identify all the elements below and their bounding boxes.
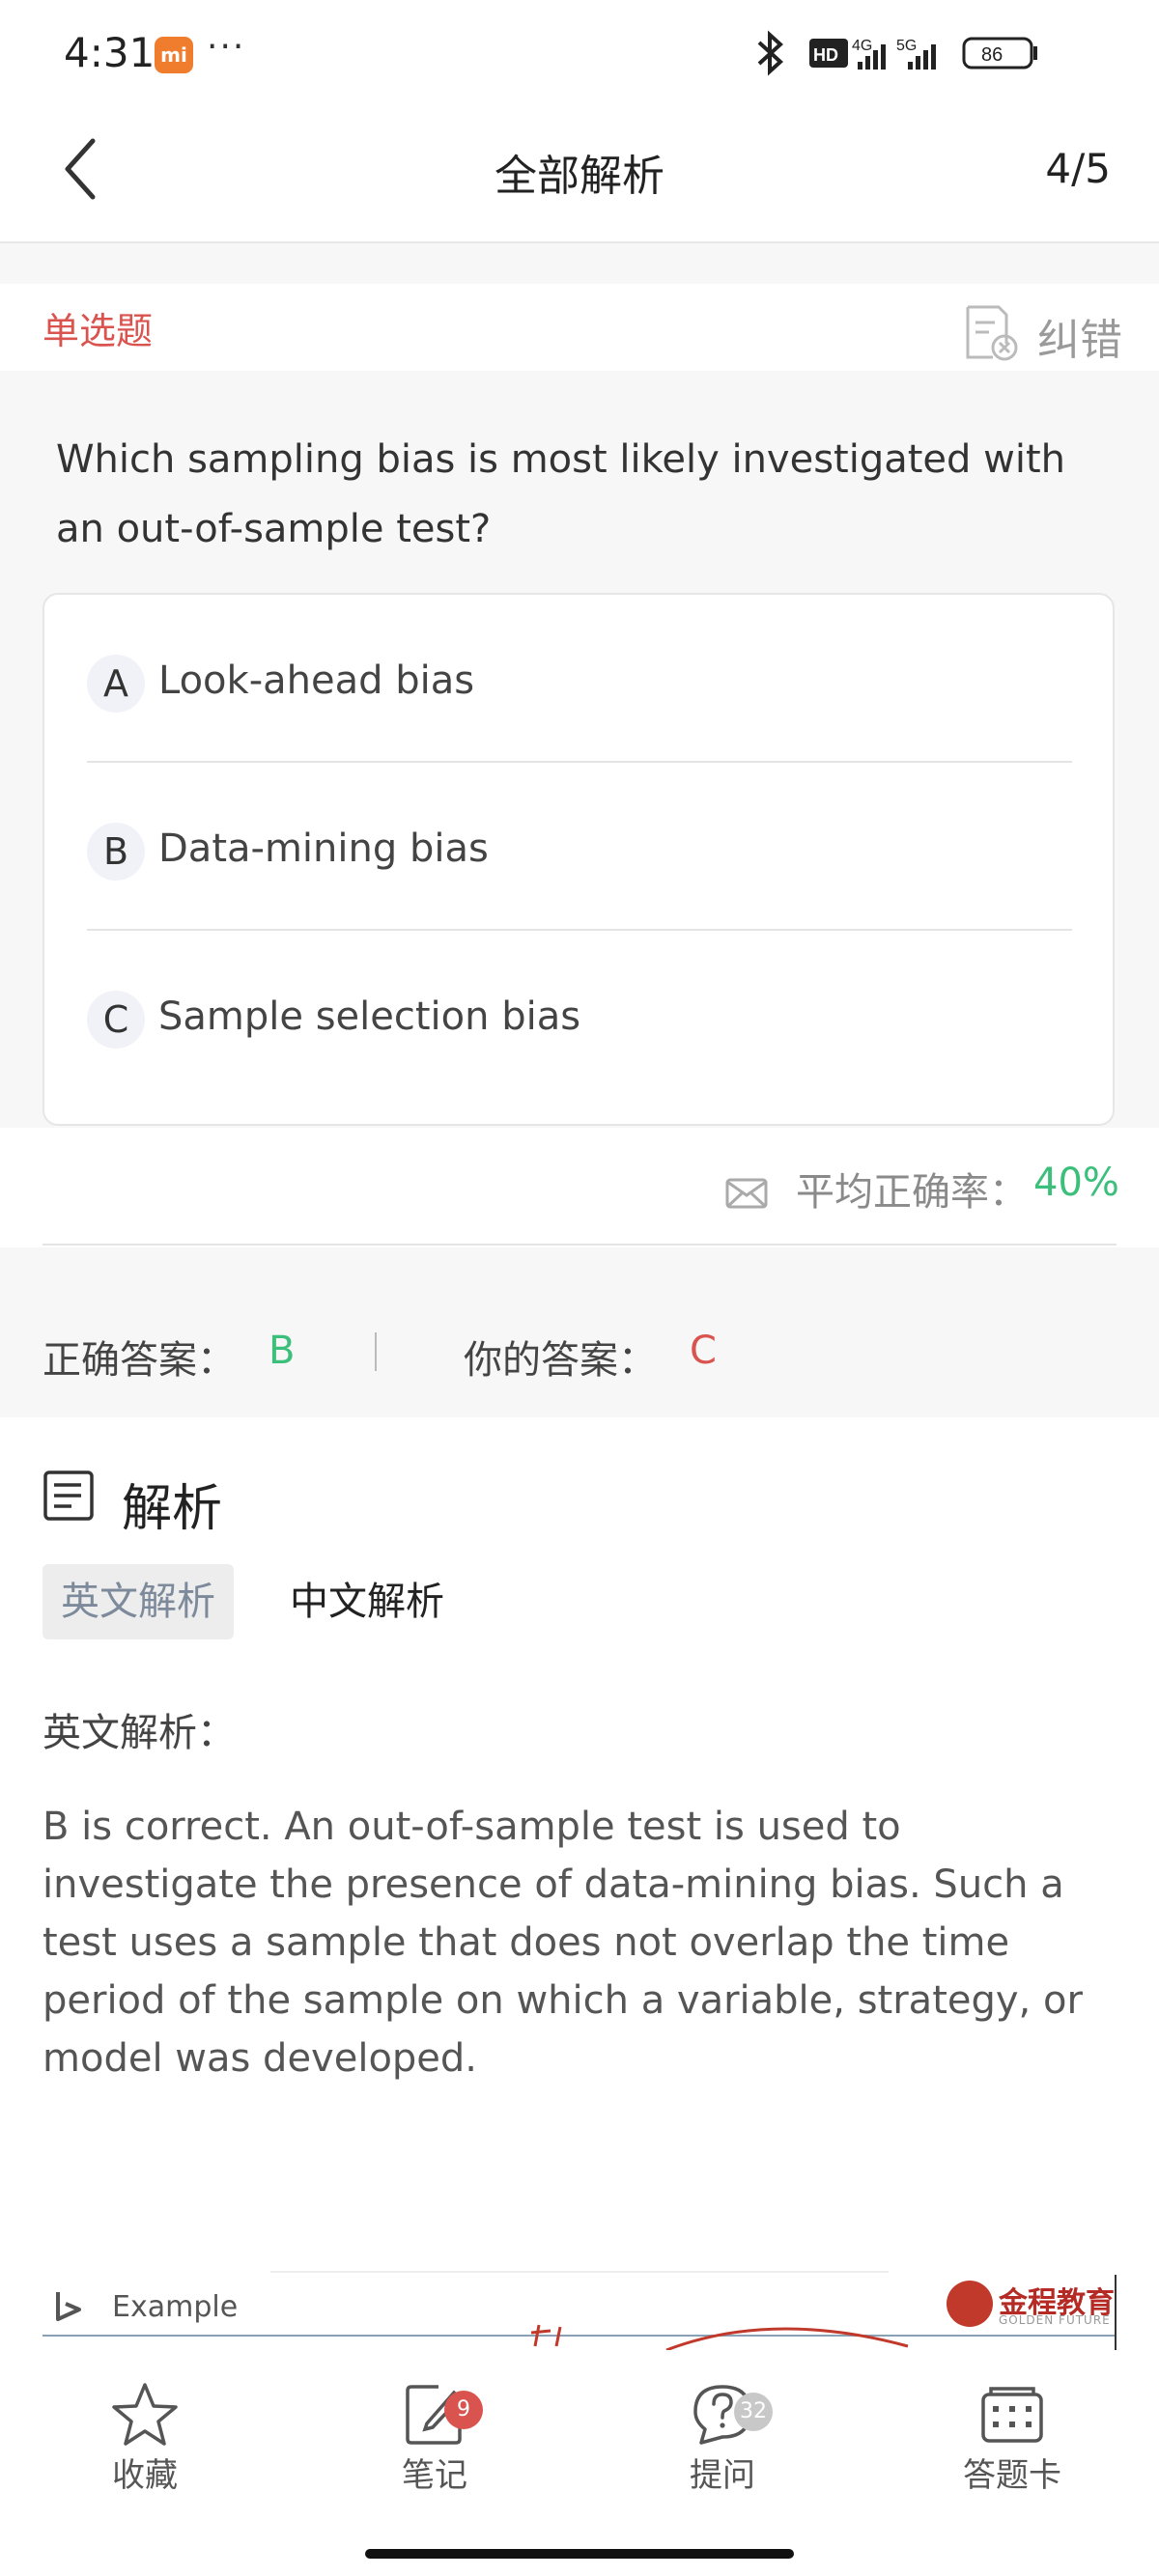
option-a-text: Look-ahead bias [158, 658, 475, 703]
slide-handwriting-mark [530, 2324, 909, 2350]
answer-card-button[interactable]: 答题卡 [916, 2381, 1109, 2506]
question-type-label: 单选题 [42, 310, 154, 352]
accuracy-value: 40% [1033, 1161, 1119, 1205]
tab-english-analysis[interactable]: 英文解析 [42, 1564, 234, 1639]
notes-button[interactable]: 笔记 [338, 2381, 531, 2506]
answer-card-label: 答题卡 [963, 2456, 1061, 2495]
correct-answer-label: 正确答案： [42, 1338, 236, 1383]
more-notifications-icon: ··· [207, 27, 246, 67]
separator-band [0, 243, 1159, 284]
accuracy-label: 平均正确率： [796, 1170, 1028, 1215]
status-bar: 4:31 mi ··· HD 4G 5G 86 [0, 0, 1159, 111]
status-icons: HD 4G 5G 86 [757, 30, 1037, 76]
report-error-button[interactable]: 纠错 [1037, 305, 1122, 367]
home-indicator[interactable] [365, 2549, 794, 2559]
ask-question-button[interactable]: 提问 [626, 2381, 819, 2506]
page-title: 全部解析 [495, 152, 664, 201]
option-a-letter: A [87, 655, 145, 713]
divider [42, 1244, 1117, 1246]
question-text: Which sampling bias is most likely inves… [56, 437, 1065, 551]
mi-app-icon: mi [155, 37, 193, 73]
answer-separator [375, 1332, 377, 1371]
option-c-letter: C [87, 991, 145, 1049]
notes-label: 笔记 [402, 2456, 467, 2495]
analysis-doc-icon [43, 1470, 94, 1521]
net1-text: 4G [852, 38, 872, 54]
analysis-subtitle: 英文解析： [42, 1711, 236, 1755]
net2-text: 5G [896, 38, 917, 54]
brand-logo-icon [947, 2281, 993, 2327]
answer-card-icon [981, 2387, 1043, 2443]
battery-text: 86 [981, 44, 1003, 66]
slide-edge [1115, 2275, 1117, 2354]
correct-answer-value: B [269, 1329, 296, 1373]
your-answer-label: 你的答案： [464, 1338, 657, 1383]
ask-question-label: 提问 [690, 2456, 755, 2495]
favorite-label: 收藏 [112, 2456, 178, 2495]
slide-logo-icon [56, 2292, 81, 2321]
tab-chinese-analysis[interactable]: 中文解析 [290, 1564, 444, 1639]
questions-count-badge: 32 [734, 2393, 773, 2431]
slide-brand-name-en: GOLDEN FUTURE [999, 2313, 1111, 2327]
your-answer-value: C [690, 1329, 717, 1373]
hd-text: HD [813, 45, 838, 65]
status-time: 4:31 [64, 29, 155, 76]
notes-count-badge: 9 [444, 2391, 483, 2429]
slide-border [270, 2271, 889, 2273]
star-icon [112, 2383, 178, 2446]
option-c-text: Sample selection bias [158, 994, 581, 1039]
slide-example-label: Example [112, 2290, 239, 2324]
favorite-button[interactable]: 收藏 [48, 2381, 241, 2506]
bluetooth-icon [757, 30, 783, 76]
analysis-body: B is correct. An out-of-sample test is u… [42, 1805, 1083, 2081]
mail-icon[interactable] [724, 1172, 769, 1211]
report-error-icon[interactable] [960, 301, 1022, 363]
option-b-text: Data-mining bias [158, 826, 489, 871]
page-indicator: 4/5 [1045, 145, 1111, 192]
option-b-letter: B [87, 823, 145, 881]
analysis-title: 解析 [122, 1480, 223, 1538]
